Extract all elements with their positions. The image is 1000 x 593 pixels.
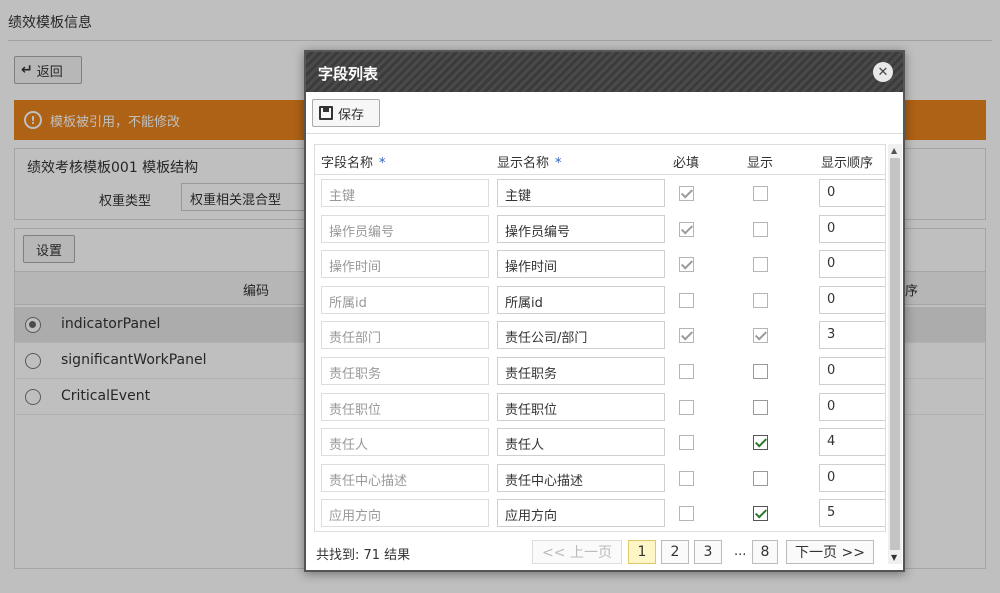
show-checkbox[interactable] (753, 257, 768, 273)
show-checkbox[interactable] (753, 221, 768, 237)
required-checkbox (679, 399, 694, 415)
show-checkbox[interactable] (753, 435, 768, 451)
page-button-2[interactable]: 2 (661, 540, 689, 564)
dialog-toolbar: 保存 (306, 92, 903, 134)
scroll-down-icon[interactable]: ▼ (891, 553, 897, 562)
close-icon[interactable]: ✕ (873, 62, 893, 82)
required-checkbox (679, 186, 694, 201)
display-name-header: 显示名称 * (497, 152, 562, 171)
show-checkbox[interactable] (753, 186, 768, 201)
display-order-input[interactable]: 0 (819, 250, 885, 279)
display-name-input[interactable]: 责任人 (497, 428, 665, 457)
show-checkbox[interactable] (753, 506, 768, 522)
field-name-input: 责任职务 (321, 357, 489, 385)
display-order-input[interactable]: 4 (819, 428, 885, 457)
show-checkbox[interactable] (753, 364, 768, 379)
table-row: 责任中心描述 责任中心描述 0 (315, 460, 885, 496)
display-order-input[interactable]: 0 (819, 463, 885, 492)
display-order-input[interactable]: 0 (819, 179, 885, 207)
field-name-input: 责任职位 (321, 392, 489, 421)
table-row: 责任职位 责任职位 0 (315, 389, 885, 425)
page-button-3[interactable]: 3 (694, 540, 722, 564)
table-row: 所属id 所属id 0 (315, 282, 885, 318)
required-marker: * (379, 156, 386, 171)
display-name-input[interactable]: 责任职务 (497, 357, 665, 385)
page-button-last[interactable]: 8 (752, 540, 778, 564)
page-button-1[interactable]: 1 (628, 540, 656, 564)
floppy-disk-icon (319, 106, 333, 120)
table-header: 字段名称 * 显示名称 * 必填 显示 显示顺序 (315, 145, 885, 175)
required-checkbox (679, 506, 694, 522)
field-name-input: 应用方向 (321, 499, 489, 528)
field-name-input: 操作时间 (321, 250, 489, 279)
field-name-header: 字段名称 * (321, 152, 386, 171)
display-order-input[interactable]: 0 (819, 392, 885, 421)
field-name-input: 责任人 (321, 428, 489, 457)
field-name-input: 所属id (321, 285, 489, 314)
dialog-header: 字段列表 ✕ (306, 52, 903, 92)
display-name-input[interactable]: 责任中心描述 (497, 463, 665, 492)
field-name-input: 责任部门 (321, 321, 489, 350)
table-row: 主键 主键 0 (315, 175, 885, 211)
display-name-input[interactable]: 操作时间 (497, 250, 665, 279)
field-list-dialog: 字段列表 ✕ 保存 字段名称 * 显示名称 * 必填 显示 显示顺序 主键 主键 0 操作… (304, 50, 905, 572)
field-name-input: 责任中心描述 (321, 463, 489, 492)
prev-page-button[interactable]: << 上一页 (532, 540, 622, 564)
show-checkbox[interactable] (753, 399, 768, 415)
save-button-label: 保存 (338, 107, 365, 123)
display-order-input[interactable]: 5 (819, 499, 885, 528)
table-row: 操作员编号 操作员编号 0 (315, 211, 885, 247)
result-count: 共找到: 71 结果 (316, 548, 411, 563)
table-row: 应用方向 应用方向 5 (315, 495, 885, 531)
show-checkbox[interactable] (753, 470, 768, 486)
field-name-input: 操作员编号 (321, 214, 489, 243)
display-name-header-text: 显示名称 (497, 156, 550, 171)
table-row: 责任职务 责任职务 0 (315, 353, 885, 389)
page-ellipsis: ... (734, 544, 747, 559)
display-name-input[interactable]: 应用方向 (497, 499, 665, 528)
required-checkbox (679, 470, 694, 486)
required-checkbox (679, 364, 694, 379)
table-row: 责任人 责任人 4 (315, 424, 885, 460)
display-name-input[interactable]: 操作员编号 (497, 214, 665, 243)
show-checkbox[interactable] (753, 292, 768, 308)
required-checkbox (679, 292, 694, 308)
dialog-title: 字段列表 (318, 65, 379, 83)
required-checkbox (679, 328, 694, 344)
display-order-input[interactable]: 0 (819, 285, 885, 314)
table-row: 责任部门 责任公司/部门 3 (315, 317, 885, 353)
pagination-footer: 共找到: 71 结果 << 上一页 1 2 3 ... 8 下一页 >> (314, 540, 886, 568)
required-checkbox (679, 257, 694, 273)
next-page-button[interactable]: 下一页 >> (786, 540, 874, 564)
display-name-input[interactable]: 主键 (497, 179, 665, 207)
display-name-input[interactable]: 责任公司/部门 (497, 321, 665, 350)
save-button[interactable]: 保存 (312, 99, 380, 127)
display-order-input[interactable]: 3 (819, 321, 885, 350)
display-order-input[interactable]: 0 (819, 357, 885, 385)
required-marker: * (555, 156, 562, 171)
scroll-up-icon[interactable]: ▲ (891, 146, 897, 155)
show-header: 显示 (747, 156, 774, 171)
field-table: 字段名称 * 显示名称 * 必填 显示 显示顺序 主键 主键 0 操作员编号 操作员编号 0 操… (314, 144, 886, 532)
table-row: 操作时间 操作时间 0 (315, 246, 885, 282)
display-name-input[interactable]: 责任职位 (497, 392, 665, 421)
field-name-input: 主键 (321, 179, 489, 207)
required-header: 必填 (673, 156, 700, 171)
required-checkbox (679, 435, 694, 451)
required-checkbox (679, 221, 694, 237)
display-name-input[interactable]: 所属id (497, 285, 665, 314)
show-checkbox[interactable] (753, 328, 768, 344)
scroll-thumb[interactable] (890, 158, 900, 550)
field-name-header-text: 字段名称 (321, 156, 374, 171)
order-header: 显示顺序 (821, 156, 874, 171)
vertical-scrollbar[interactable]: ▲ ▼ (888, 144, 902, 564)
display-order-input[interactable]: 0 (819, 214, 885, 243)
